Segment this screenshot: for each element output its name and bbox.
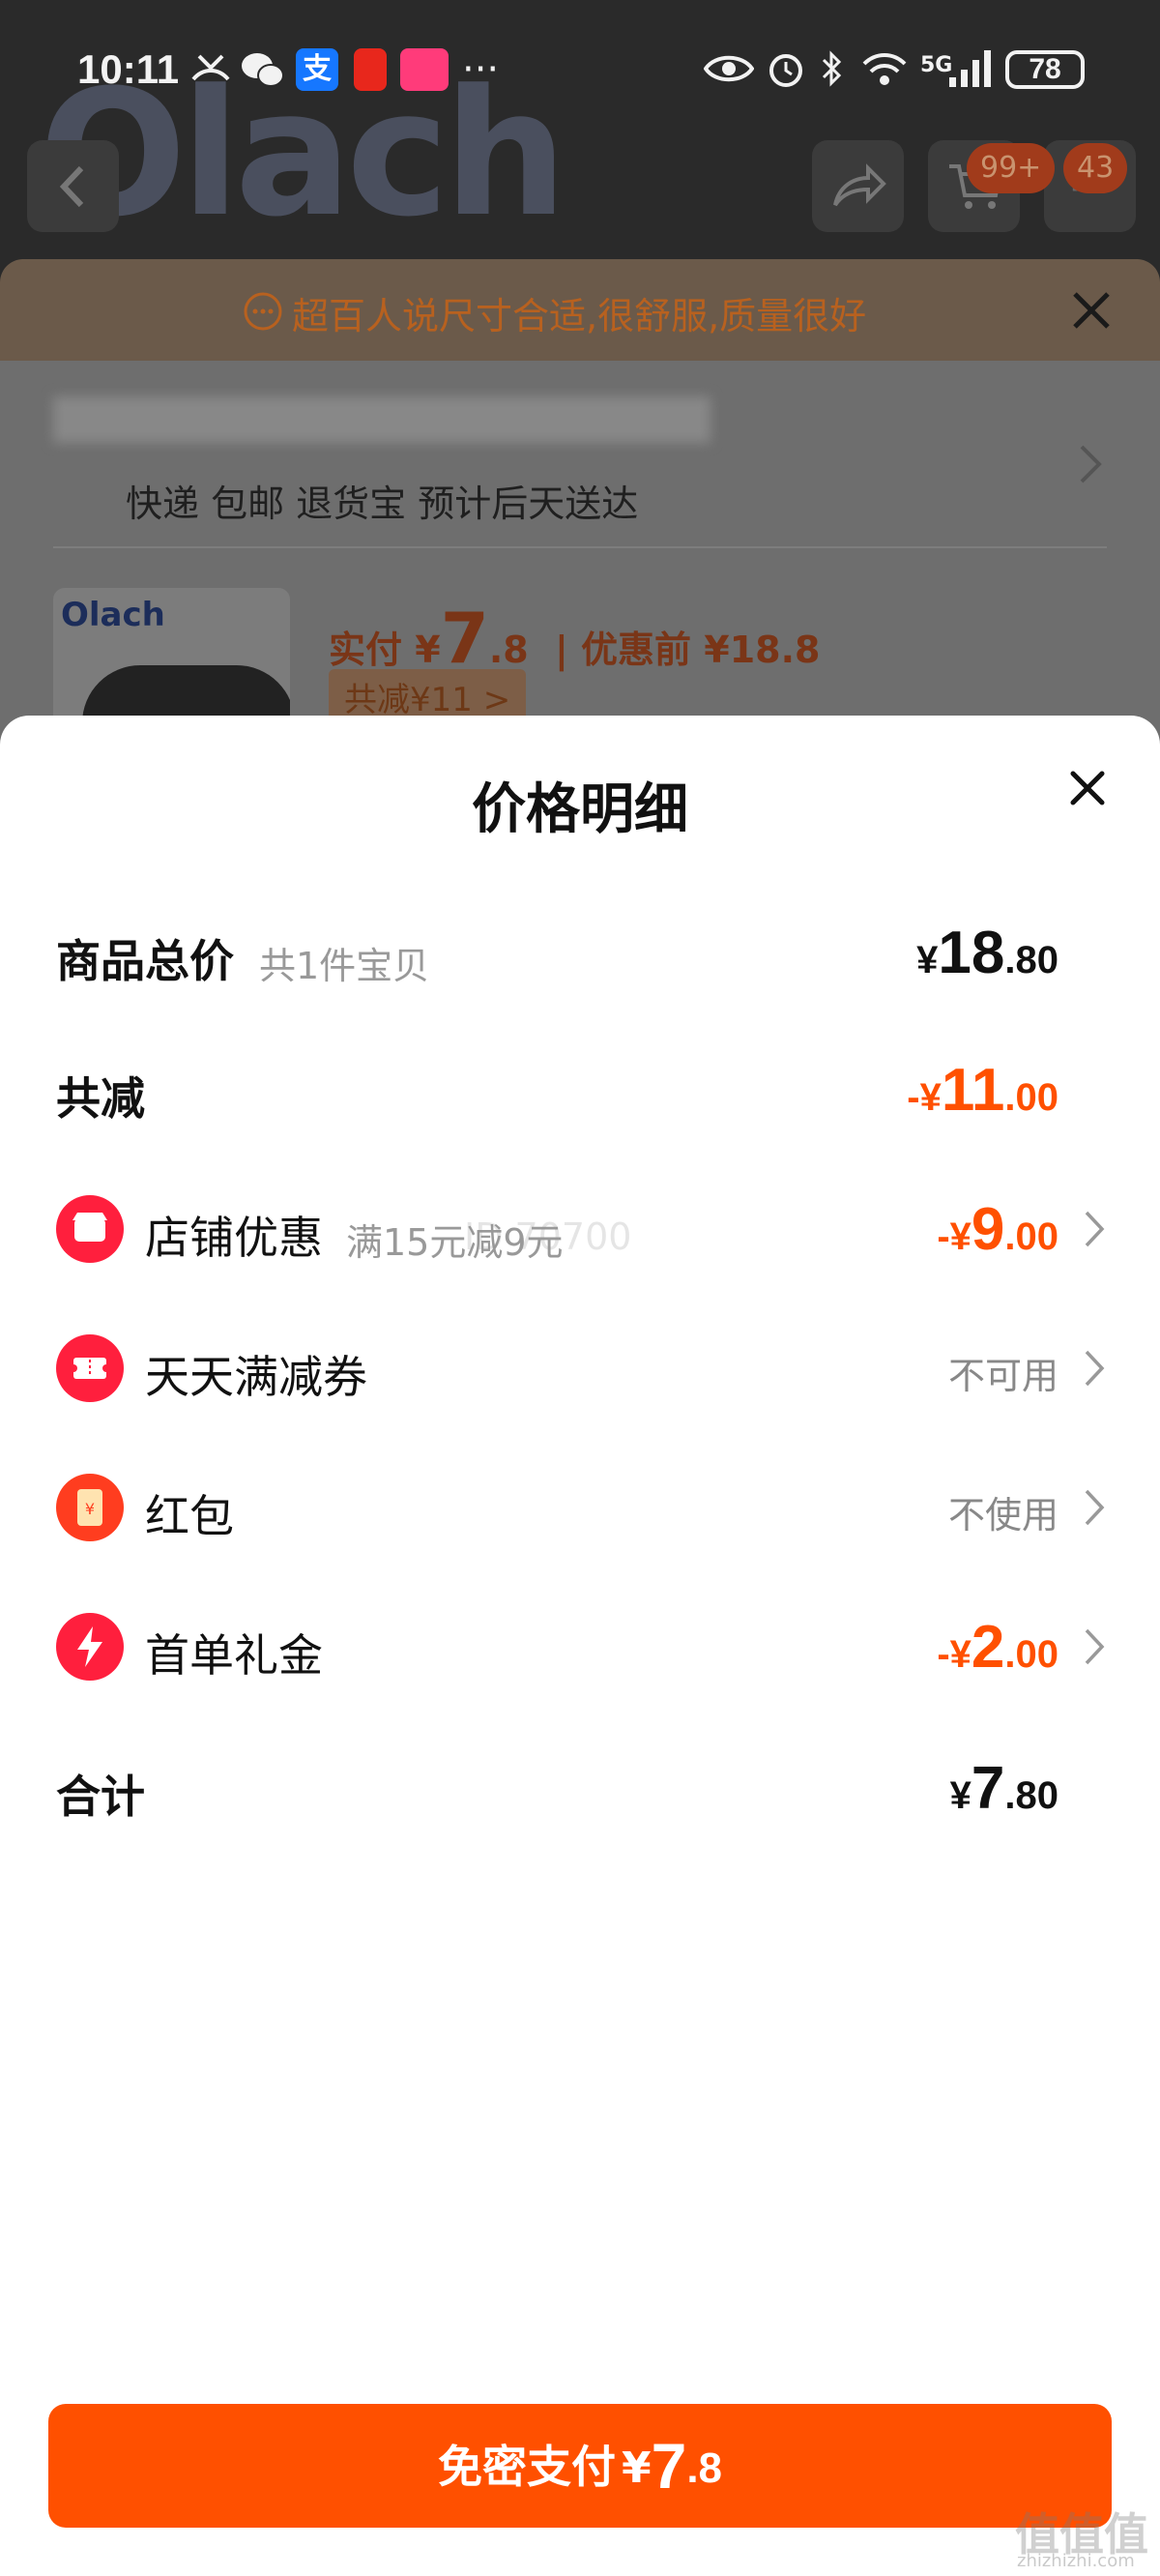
more-dots-icon: ··· — [462, 47, 500, 92]
amount-dec: .80 — [1004, 939, 1058, 981]
row-amount: -¥9.00 — [937, 1195, 1058, 1264]
review-tip-text: 超百人说尺寸合适,很舒服,质量很好 — [292, 295, 867, 337]
amount-int: 9 — [971, 1196, 1005, 1263]
amount-int: 11 — [941, 1057, 1005, 1124]
row-status: 不可用 — [947, 1355, 1058, 1397]
amount-int: 18 — [938, 920, 1005, 986]
divider — [53, 546, 1107, 548]
lightning-icon — [56, 1613, 124, 1681]
close-icon — [1070, 771, 1105, 805]
row-amount: -¥2.00 — [937, 1613, 1058, 1682]
row-label: 共减 — [56, 1072, 145, 1125]
amount-currency: -¥ — [937, 1215, 972, 1258]
message-badge: 43 — [1063, 143, 1128, 193]
wifi-icon — [862, 53, 907, 85]
site-watermark-domain: zhizhizhi.com — [1017, 2551, 1135, 2571]
signal-icon — [949, 50, 991, 87]
pay-label: 免密支付 — [437, 2441, 616, 2493]
missed-call-icon — [191, 54, 230, 81]
amount-int: 2 — [971, 1614, 1005, 1681]
row-label: 商品总价 — [56, 935, 234, 987]
row-daily-coupon[interactable]: 天天满减券 不可用 — [0, 1315, 1160, 1421]
packet-glyph: ¥ — [85, 1500, 95, 1518]
amount-currency: -¥ — [907, 1076, 942, 1119]
amount-dec: .80 — [1004, 1774, 1058, 1817]
share-icon — [832, 162, 886, 206]
cart-badge: 99+ — [967, 143, 1056, 193]
id-watermark: ID 70700 — [464, 1215, 632, 1258]
amount-dec: .00 — [1004, 1215, 1058, 1258]
row-total-discount: 共减 -¥11.00 — [0, 1037, 1160, 1143]
pay-currency: ¥ — [621, 2444, 652, 2493]
red-packet-icon: ¥ — [56, 1474, 124, 1541]
sheet-title: 价格明细 — [472, 778, 688, 841]
paid-dec: .8 — [488, 629, 529, 671]
chevron-right-icon — [1081, 1483, 1110, 1532]
bluetooth-icon — [822, 50, 842, 87]
row-label: 合计 — [56, 1771, 145, 1823]
red-envelope-icon — [354, 48, 387, 91]
amount-dec: .00 — [1004, 1633, 1058, 1676]
price-detail-sheet: 价格明细 商品总价 共1件宝贝 ¥18.80 共减 -¥11.00 店铺优惠 满… — [0, 716, 1160, 2576]
wechat-icon — [242, 53, 284, 87]
pay-int: 7 — [651, 2430, 687, 2502]
pay-dec: .8 — [686, 2444, 723, 2492]
amount-int: 7 — [971, 1755, 1005, 1822]
shipping-info: 快递 包邮 退货宝 预计后天送达 — [126, 483, 639, 525]
coupon-icon — [56, 1334, 124, 1402]
original-price: | 优惠前 ¥18.8 — [554, 629, 821, 671]
row-red-packet[interactable]: ¥ 红包 不使用 — [0, 1454, 1160, 1561]
chevron-right-icon — [1081, 1623, 1110, 1671]
chevron-right-icon — [1081, 1344, 1110, 1392]
row-label: 天天满减券 — [145, 1351, 367, 1403]
back-button[interactable] — [27, 140, 119, 232]
amount-currency: -¥ — [937, 1633, 972, 1676]
row-amount: -¥11.00 — [907, 1056, 1058, 1125]
address-blurred — [53, 396, 710, 443]
row-goods-total: 商品总价 共1件宝贝 ¥18.80 — [0, 899, 1160, 1006]
row-first-order-gift[interactable]: 首单礼金 -¥2.00 — [0, 1594, 1160, 1700]
status-bar: 10:11 支 ··· 5G 78 — [0, 0, 1160, 135]
status-time: 10:11 — [77, 46, 180, 92]
product-price-line: 实付 ¥7.8 | 优惠前 ¥18.8 — [329, 598, 820, 679]
row-status: 不使用 — [947, 1494, 1058, 1537]
row-grand-total: 合计 ¥7.80 — [0, 1735, 1160, 1841]
password-free-pay-button[interactable]: 免密支付 ¥7.8 — [48, 2404, 1112, 2528]
battery-indicator: 78 — [1005, 50, 1085, 89]
row-label: 红包 — [145, 1490, 234, 1542]
review-tip-bar: 超百人说尺寸合适,很舒服,质量很好 — [0, 259, 1160, 361]
row-label: 店铺优惠 — [145, 1212, 323, 1264]
alipay-icon: 支 — [296, 48, 338, 91]
amount-currency: ¥ — [949, 1774, 972, 1817]
product-brand: Olach — [61, 596, 165, 634]
shop-icon — [56, 1195, 124, 1263]
back-arrow-icon — [59, 165, 83, 207]
paid-int: 7 — [440, 598, 489, 679]
row-sub: 共1件宝贝 — [259, 945, 430, 987]
taobao-icon — [400, 48, 449, 91]
amount-currency: ¥ — [916, 939, 939, 981]
paid-label: 实付 — [329, 629, 403, 671]
address-chevron-icon[interactable] — [1078, 443, 1103, 485]
row-amount: ¥7.80 — [950, 1754, 1058, 1823]
row-label: 首单礼金 — [145, 1629, 323, 1682]
paid-currency: ¥ — [415, 629, 441, 671]
row-amount: ¥18.80 — [916, 919, 1058, 987]
amount-dec: .00 — [1004, 1076, 1058, 1119]
chat-bubble-icon — [244, 292, 282, 331]
alarm-icon — [769, 54, 802, 87]
sheet-close-button[interactable] — [1054, 754, 1121, 822]
share-button[interactable] — [812, 140, 904, 232]
eye-icon — [704, 55, 754, 82]
chevron-right-icon — [1081, 1205, 1110, 1253]
tip-close-icon[interactable] — [1067, 286, 1116, 335]
